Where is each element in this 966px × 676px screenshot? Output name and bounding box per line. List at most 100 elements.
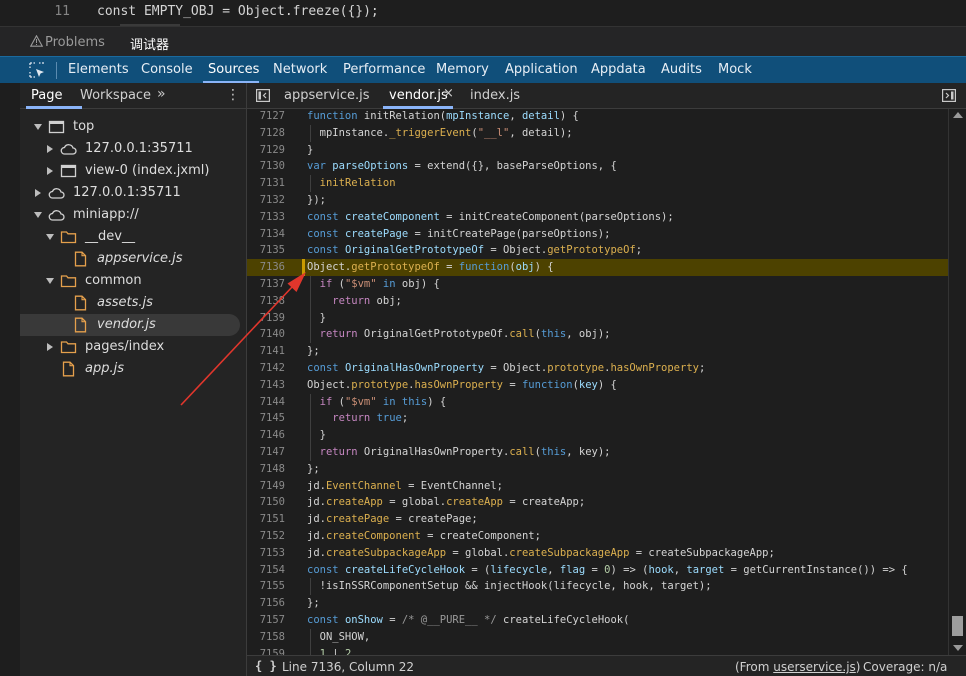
line-number[interactable]: 7135 — [247, 242, 285, 259]
chevron-right-icon[interactable] — [47, 343, 53, 351]
line-number[interactable]: 7159 — [247, 646, 285, 655]
code-line[interactable]: 7149 jd.EventChannel = EventChannel; — [247, 478, 948, 495]
toggle-navigator-icon[interactable] — [256, 89, 270, 102]
editor-tab-vendor[interactable]: vendor.js — [389, 88, 448, 103]
line-number[interactable]: 7136 — [247, 259, 285, 276]
tree-item[interactable]: __dev__ — [20, 226, 240, 248]
tree-item[interactable]: top — [20, 116, 240, 138]
code-line[interactable]: 7158 ON_SHOW, — [247, 629, 948, 646]
code-line[interactable]: 7154 const createLifeCycleHook = (lifecyc… — [247, 562, 948, 579]
scroll-up-icon[interactable] — [953, 112, 963, 118]
close-tab-icon[interactable]: × — [443, 86, 454, 101]
chevron-right-icon[interactable] — [35, 189, 41, 197]
tree-item[interactable]: miniapp:// — [20, 204, 240, 226]
line-number[interactable]: 7127 — [247, 109, 285, 125]
tree-item[interactable]: vendor.js — [20, 314, 240, 336]
tree-item[interactable]: app.js — [20, 358, 240, 380]
tab-console[interactable]: Console — [141, 62, 193, 77]
line-number[interactable]: 7142 — [247, 360, 285, 377]
code-line[interactable]: 7143 Object.prototype.hasOwnProperty = fu… — [247, 377, 948, 394]
tab-application[interactable]: Application — [505, 62, 578, 77]
code-line[interactable]: 7137 if ("$vm" in obj) { — [247, 276, 948, 293]
code-editor[interactable]: 7127 function initRelation(mpInstance, de… — [246, 109, 948, 655]
chevron-right-icon[interactable] — [47, 145, 53, 153]
code-line[interactable]: 7134 const createPage = initCreatePage(pa… — [247, 226, 948, 243]
chevron-down-icon[interactable] — [46, 278, 54, 284]
code-line[interactable]: 7147 return OriginalHasOwnProperty.call(… — [247, 444, 948, 461]
code-line[interactable]: 7141}; — [247, 343, 948, 360]
tab-performance[interactable]: Performance — [343, 62, 425, 77]
more-tabs-icon[interactable]: » — [157, 86, 166, 102]
line-number[interactable]: 7147 — [247, 444, 285, 461]
line-number[interactable]: 7149 — [247, 478, 285, 495]
line-number[interactable]: 7131 — [247, 175, 285, 192]
code-line[interactable]: 7133 const createComponent = initCreateCo… — [247, 209, 948, 226]
tab-workspace[interactable]: Workspace — [80, 88, 151, 103]
code-line[interactable]: 7140 return OriginalGetPrototypeOf.call(… — [247, 326, 948, 343]
line-number[interactable]: 7138 — [247, 293, 285, 310]
scroll-down-icon[interactable] — [953, 645, 963, 651]
tab-debugger[interactable]: 调试器 — [130, 34, 169, 53]
line-number[interactable]: 7128 — [247, 125, 285, 142]
line-number[interactable]: 7153 — [247, 545, 285, 562]
code-line[interactable]: 7138 return obj; — [247, 293, 948, 310]
line-number[interactable]: 7146 — [247, 427, 285, 444]
tree-item[interactable]: 127.0.0.1:35711 — [20, 138, 240, 160]
code-line-highlighted[interactable]: 7136 Object.getPrototypeOf = function(obj… — [247, 259, 948, 276]
line-number[interactable]: 7148 — [247, 461, 285, 478]
code-line[interactable]: 7157 const onShow = /* @__PURE__ */ creat… — [247, 612, 948, 629]
code-line[interactable]: 7148}; — [247, 461, 948, 478]
code-line[interactable]: 7129} — [247, 142, 948, 159]
inspect-element-icon[interactable] — [29, 62, 45, 78]
chevron-down-icon[interactable] — [34, 212, 42, 218]
scrollbar-thumb[interactable] — [952, 616, 963, 636]
line-number[interactable]: 7158 — [247, 629, 285, 646]
tab-sources[interactable]: Sources — [208, 62, 259, 77]
code-line[interactable]: 7152 jd.createComponent = createComponent… — [247, 528, 948, 545]
code-line[interactable]: 7155 !isInSSRComponentSetup && injectHoo… — [247, 578, 948, 595]
chevron-down-icon[interactable] — [46, 234, 54, 240]
tree-item[interactable]: appservice.js — [20, 248, 240, 270]
line-number[interactable]: 7137 — [247, 276, 285, 293]
line-number[interactable]: 7144 — [247, 394, 285, 411]
tab-appdata[interactable]: Appdata — [591, 62, 646, 77]
code-line[interactable]: 7139 } — [247, 310, 948, 327]
tab-network[interactable]: Network — [273, 62, 327, 77]
tab-memory[interactable]: Memory — [436, 62, 489, 77]
line-number[interactable]: 7141 — [247, 343, 285, 360]
line-number[interactable]: 7154 — [247, 562, 285, 579]
line-number[interactable]: 7130 — [247, 158, 285, 175]
code-line[interactable]: 7144 if ("$vm" in this) { — [247, 394, 948, 411]
tree-item[interactable]: pages/index — [20, 336, 240, 358]
editor-tab-index[interactable]: index.js — [470, 88, 520, 103]
navigator-menu-icon[interactable]: ⋮ — [226, 87, 240, 103]
source-origin-link[interactable]: userservice.js — [773, 660, 856, 674]
tab-elements[interactable]: Elements — [68, 62, 129, 77]
line-number[interactable]: 7156 — [247, 595, 285, 612]
tree-item[interactable]: common — [20, 270, 240, 292]
line-number[interactable]: 7150 — [247, 494, 285, 511]
code-line[interactable]: 7130 var parseOptions = extend({}, basePa… — [247, 158, 948, 175]
tree-item[interactable]: assets.js — [20, 292, 240, 314]
toggle-debugger-icon[interactable] — [942, 89, 956, 102]
code-line[interactable]: 7131 initRelation — [247, 175, 948, 192]
tab-page[interactable]: Page — [31, 88, 62, 103]
code-line[interactable]: 7128 mpInstance._triggerEvent("__l", det… — [247, 125, 948, 142]
tree-item[interactable]: 127.0.0.1:35711 — [20, 182, 240, 204]
code-line[interactable]: 7150 jd.createApp = global.createApp = cr… — [247, 494, 948, 511]
line-number[interactable]: 7133 — [247, 209, 285, 226]
tab-problems[interactable]: Problems — [30, 34, 105, 50]
line-number[interactable]: 7152 — [247, 528, 285, 545]
line-number[interactable]: 7134 — [247, 226, 285, 243]
tab-audits[interactable]: Audits — [661, 62, 702, 77]
line-number[interactable]: 7139 — [247, 310, 285, 327]
tree-item[interactable]: view-0 (index.jxml) — [20, 160, 240, 182]
line-number[interactable]: 7132 — [247, 192, 285, 209]
editor-tab-appservice[interactable]: appservice.js — [284, 88, 370, 103]
code-line[interactable]: 7151 jd.createPage = createPage; — [247, 511, 948, 528]
line-number[interactable]: 7143 — [247, 377, 285, 394]
code-line[interactable]: 7159 1 | 2 — [247, 646, 948, 655]
pretty-print-icon[interactable]: { } — [255, 659, 277, 673]
tab-mock[interactable]: Mock — [718, 62, 752, 77]
code-line[interactable]: 7132}); — [247, 192, 948, 209]
